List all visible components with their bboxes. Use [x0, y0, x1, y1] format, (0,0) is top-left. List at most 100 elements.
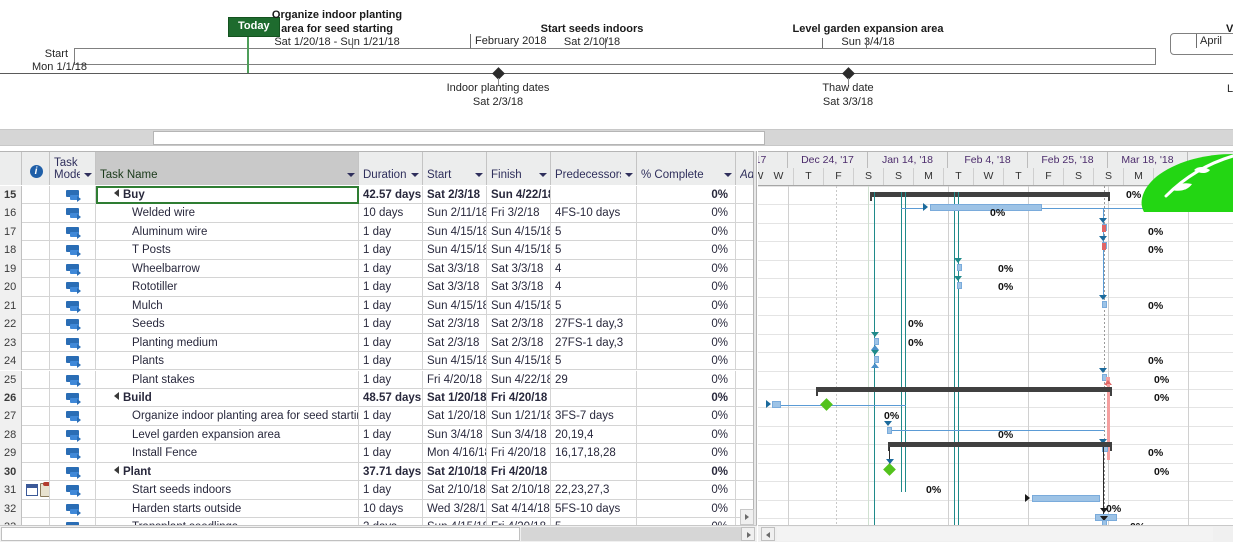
gantt-task-bar-rototiller[interactable] — [957, 282, 962, 289]
timescale-week-header[interactable]: Feb 25, '18 — [1028, 152, 1108, 168]
collapse-triangle-icon[interactable] — [114, 189, 119, 197]
table-row[interactable]: 25 Plant stakes 1 day Fri 4/20/18 Sun 4/22/1… — [0, 370, 757, 389]
row-id-cell[interactable]: 17 — [0, 222, 22, 242]
row-indicators-cell[interactable] — [22, 296, 50, 316]
timeline-start-bar[interactable] — [74, 48, 1156, 65]
predecessors-cell[interactable]: 5 — [551, 222, 637, 242]
row-id-cell[interactable]: 15 — [0, 186, 22, 205]
row-id-cell[interactable]: 18 — [0, 241, 22, 260]
row-indicators-cell[interactable] — [22, 333, 50, 353]
task-name-cell[interactable]: T Posts — [96, 241, 359, 260]
task-name-cell[interactable]: Plant — [96, 462, 359, 482]
timescale-week-header[interactable]: Apr 8, '18 — [1188, 152, 1233, 168]
calendar-icon[interactable] — [26, 484, 38, 497]
duration-cell[interactable]: 1 day — [359, 407, 423, 426]
finish-cell[interactable]: Sat 3/3/18 — [487, 278, 551, 297]
chevron-down-icon[interactable] — [724, 173, 732, 177]
gantt-horizontal-scrollbar[interactable] — [758, 525, 1233, 542]
task-name-cell[interactable]: Plants — [96, 352, 359, 371]
gantt-chart-pane[interactable]: '17Dec 24, '17Jan 14, '18Feb 4, '18Feb 2… — [758, 151, 1233, 525]
predecessors-cell[interactable]: 5 — [551, 352, 637, 371]
duration-cell[interactable]: 1 day — [359, 259, 423, 279]
table-row[interactable]: 26 Build 48.57 days Sat 1/20/18 Fri 4/20/18 0… — [0, 388, 757, 408]
start-cell[interactable]: Mon 4/16/18 — [423, 444, 487, 463]
auto-schedule-icon[interactable] — [65, 466, 81, 479]
row-id-cell[interactable]: 29 — [0, 444, 22, 463]
start-cell[interactable]: Sun 4/15/18 — [423, 241, 487, 260]
auto-schedule-icon[interactable] — [65, 263, 81, 276]
start-cell[interactable]: Sat 2/10/18 — [423, 481, 487, 500]
gantt-task-bar-welded-wire[interactable] — [930, 204, 1042, 211]
row-indicators-cell[interactable] — [22, 241, 50, 260]
row-indicators-cell[interactable] — [22, 388, 50, 408]
row-id-cell[interactable]: 23 — [0, 333, 22, 353]
task-name-cell[interactable]: Install Fence — [96, 444, 359, 463]
predecessors-cell[interactable]: 4 — [551, 259, 637, 279]
predecessors-cell[interactable]: 5 — [551, 296, 637, 316]
auto-schedule-icon[interactable] — [65, 190, 81, 202]
row-id-cell[interactable]: 25 — [0, 370, 22, 389]
auto-schedule-icon[interactable] — [65, 356, 81, 369]
timescale-week-header[interactable]: Dec 24, '17 — [788, 152, 868, 168]
timescale-week-header[interactable]: '17 — [758, 152, 788, 168]
predecessors-cell[interactable]: 5 — [551, 241, 637, 260]
predecessors-cell[interactable] — [551, 388, 637, 408]
percent-complete-cell[interactable]: 0% — [637, 278, 736, 297]
task-mode-cell[interactable] — [50, 352, 96, 371]
task-name-cell[interactable]: Harden starts outside — [96, 499, 359, 519]
percent-complete-cell[interactable]: 0% — [637, 499, 736, 519]
gantt-scroll-left-button[interactable] — [761, 527, 775, 541]
percent-complete-cell[interactable]: 0% — [637, 444, 736, 463]
gantt-summary-bar-build[interactable] — [816, 387, 1112, 392]
task-name-cell[interactable]: Aluminum wire — [96, 222, 359, 242]
percent-complete-cell[interactable]: 0% — [637, 241, 736, 260]
task-grid[interactable]: i Task Mode Task Name Duration Start Finish Pre… — [0, 151, 757, 525]
column-header-pctcomplete[interactable]: % Complete — [637, 152, 736, 185]
auto-schedule-icon[interactable] — [65, 503, 81, 516]
timescale-day-header[interactable]: W — [1184, 168, 1214, 185]
duration-cell[interactable]: 1 day — [359, 296, 423, 316]
task-mode-cell[interactable] — [50, 518, 96, 525]
percent-complete-cell[interactable]: 0% — [637, 462, 736, 482]
task-mode-cell[interactable] — [50, 481, 96, 500]
finish-cell[interactable]: Sun 4/22/18 — [487, 186, 551, 205]
start-cell[interactable]: Sat 2/3/18 — [423, 315, 487, 334]
percent-complete-cell[interactable]: 0% — [637, 259, 736, 279]
start-cell[interactable]: Wed 3/28/18 — [423, 499, 487, 519]
percent-complete-cell[interactable]: 0% — [637, 222, 736, 242]
row-indicators-cell[interactable] — [22, 407, 50, 426]
start-cell[interactable]: Sat 1/20/18 — [423, 388, 487, 408]
task-name-cell[interactable]: Transplant seedlings — [96, 518, 359, 525]
chevron-down-icon[interactable] — [475, 173, 483, 177]
finish-cell[interactable]: Sun 3/4/18 — [487, 425, 551, 445]
table-row[interactable]: 21 Mulch 1 day Sun 4/15/18 Sun 4/15/18 5 0% — [0, 296, 757, 316]
chevron-down-icon[interactable] — [84, 173, 92, 177]
row-indicators-cell[interactable] — [22, 444, 50, 463]
row-indicators-cell[interactable] — [22, 481, 50, 500]
column-header-start[interactable]: Start — [423, 152, 487, 185]
row-indicators-cell[interactable] — [22, 315, 50, 334]
auto-schedule-icon[interactable] — [65, 245, 81, 258]
auto-schedule-icon[interactable] — [65, 374, 81, 387]
timescale-day-header[interactable]: F — [1034, 168, 1064, 185]
duration-cell[interactable]: 1 day — [359, 278, 423, 297]
chevron-down-icon[interactable] — [625, 173, 633, 177]
row-indicators-cell[interactable] — [22, 204, 50, 223]
task-mode-cell[interactable] — [50, 278, 96, 297]
timescale-week-header[interactable]: Mar 18, '18 — [1108, 152, 1188, 168]
auto-schedule-icon[interactable] — [65, 337, 81, 350]
predecessors-cell[interactable]: 22,23,27,3 — [551, 481, 637, 500]
duration-cell[interactable]: 1 day — [359, 425, 423, 445]
timescale-day-header[interactable]: W — [764, 168, 794, 185]
auto-schedule-icon[interactable] — [65, 282, 81, 295]
row-indicators-cell[interactable] — [22, 499, 50, 519]
percent-complete-cell[interactable]: 0% — [637, 481, 736, 500]
row-indicators-cell[interactable] — [22, 425, 50, 445]
table-row[interactable]: 23 Planting medium 1 day Sat 2/3/18 Sat 2/3/… — [0, 333, 757, 353]
percent-complete-cell[interactable]: 0% — [637, 425, 736, 445]
start-cell[interactable]: Sat 3/3/18 — [423, 278, 487, 297]
table-row[interactable]: 20 Rototiller 1 day Sat 3/3/18 Sat 3/3/18 4 0% — [0, 278, 757, 297]
row-id-cell[interactable]: 28 — [0, 425, 22, 445]
row-id-cell[interactable]: 31 — [0, 481, 22, 500]
auto-schedule-icon[interactable] — [65, 448, 81, 461]
